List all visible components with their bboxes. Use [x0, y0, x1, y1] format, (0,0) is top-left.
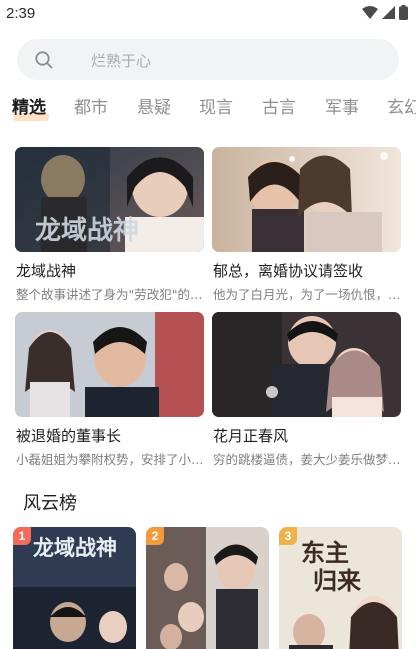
- rank-badge: 2: [146, 527, 164, 545]
- tab-suspense[interactable]: 悬疑: [137, 93, 171, 118]
- search-bar[interactable]: 烂熟于心: [17, 39, 399, 80]
- rank-badge: 1: [13, 527, 31, 545]
- drama-poster[interactable]: [15, 312, 204, 417]
- tab-military[interactable]: 军事: [325, 93, 359, 118]
- card-title[interactable]: 花月正春风: [213, 425, 288, 446]
- ranking-item[interactable]: 龙域战神 1: [13, 527, 136, 649]
- tab-modern-romance[interactable]: 现言: [199, 93, 233, 118]
- signal-icon: [382, 6, 395, 19]
- card-title[interactable]: 龙域战神: [16, 260, 76, 281]
- poster-title-text: 龙域战神: [35, 216, 139, 246]
- card-description: 小磊姐姐为攀附权势，安排了小…: [16, 452, 204, 467]
- search-input[interactable]: 烂熟于心: [91, 50, 151, 71]
- drama-poster[interactable]: [212, 312, 401, 417]
- search-icon: [35, 51, 53, 69]
- poster-title-text: 龙域战神: [33, 536, 117, 560]
- ranking-item[interactable]: 2: [146, 527, 269, 649]
- rank-badge: 3: [279, 527, 297, 545]
- tab-ancient-romance[interactable]: 古言: [262, 93, 296, 118]
- tab-featured[interactable]: 精选: [12, 93, 46, 118]
- ranking-section-title: 风云榜: [23, 493, 77, 514]
- status-bar: 2:39: [0, 0, 416, 28]
- ranking-item[interactable]: 东主归来 3: [279, 527, 402, 649]
- wifi-icon: [362, 5, 378, 19]
- status-icons: [362, 5, 408, 20]
- tab-urban[interactable]: 都市: [74, 93, 108, 118]
- card-title[interactable]: 被退婚的董事长: [16, 425, 121, 446]
- drama-poster[interactable]: [212, 147, 401, 252]
- category-tabs: 精选 都市 悬疑 现言 古言 军事 玄幻: [0, 93, 416, 125]
- battery-icon: [399, 5, 408, 20]
- card-description: 穷的跳楼逼债，姜大少姜乐做梦…: [213, 452, 401, 467]
- drama-poster[interactable]: 龙域战神: [15, 147, 204, 252]
- card-description: 整个故事讲述了身为"劳改犯"的…: [16, 287, 203, 302]
- card-description: 他为了白月光，为了一场仇恨，…: [213, 287, 401, 302]
- card-title[interactable]: 郁总，离婚协议请签收: [213, 260, 363, 281]
- tab-fantasy[interactable]: 玄幻: [387, 93, 416, 118]
- status-time: 2:39: [6, 5, 36, 22]
